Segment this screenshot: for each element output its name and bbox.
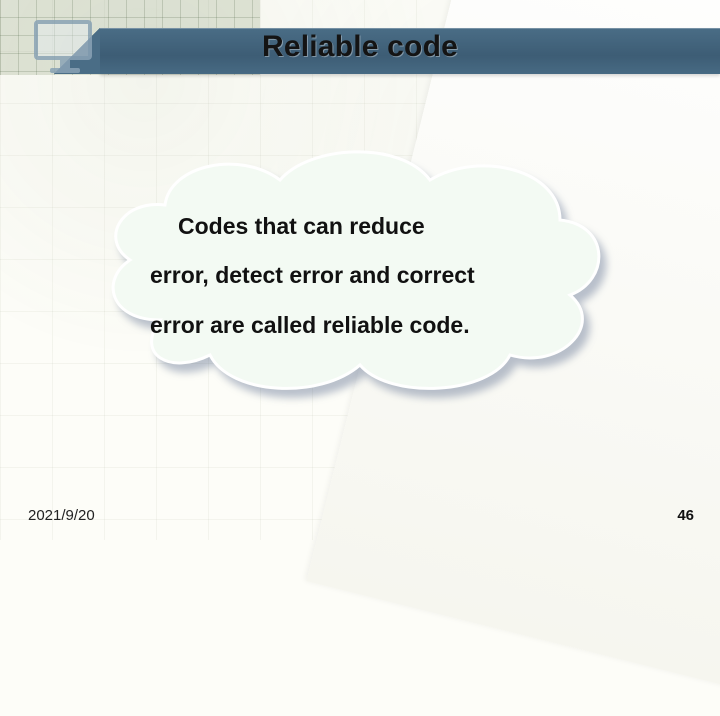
slide-title: Reliable code (0, 30, 720, 64)
cloud-line-3: error are called reliable code. (150, 312, 470, 338)
cloud-callout: Codes that can reduce error, detect erro… (90, 140, 610, 400)
footer-date: 2021/9/20 (28, 507, 95, 524)
cloud-text: Codes that can reduce error, detect erro… (150, 202, 570, 350)
cloud-line-2: error, detect error and correct (150, 262, 475, 288)
cloud-line-1: Codes that can reduce (150, 202, 570, 251)
footer-page-number: 46 (677, 507, 694, 524)
